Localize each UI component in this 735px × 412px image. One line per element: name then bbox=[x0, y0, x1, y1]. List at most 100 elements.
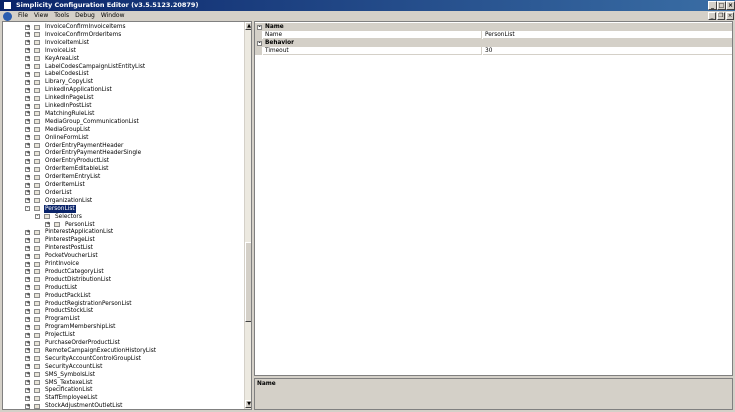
tree-node[interactable]: + OrderEntryPaymentHeaderSingle bbox=[3, 149, 243, 157]
maximize-button[interactable]: □ bbox=[717, 1, 726, 10]
tree-node-label[interactable]: PinterestPageList bbox=[44, 236, 96, 244]
tree-node[interactable]: + PocketVoucherList bbox=[3, 252, 243, 260]
scroll-down-arrow[interactable]: ▼ bbox=[245, 400, 251, 408]
tree-node[interactable]: + PinterestPageList bbox=[3, 236, 243, 244]
tree-node[interactable]: + ProductCategoryList bbox=[3, 268, 243, 276]
tree-node-label[interactable]: SMS_TextexeList bbox=[44, 379, 93, 387]
mdi-minimize-button[interactable]: _ bbox=[708, 12, 716, 20]
property-grid[interactable]: - Name Name PersonList - Behavior Timeout 30 bbox=[254, 21, 733, 376]
property-category[interactable]: - Behavior bbox=[255, 39, 732, 47]
tree-node[interactable]: + ProductList bbox=[3, 284, 243, 292]
mdi-child-icon[interactable] bbox=[3, 12, 12, 21]
tree-node-label[interactable]: StockAdjustmentOutletList bbox=[44, 402, 123, 409]
tree-node[interactable]: + KeyAreaList bbox=[3, 55, 243, 63]
tree-node-label[interactable]: InvoiceItemList bbox=[44, 39, 90, 47]
tree-node-label[interactable]: OrderEntryPaymentHeaderSingle bbox=[44, 149, 142, 157]
tree-node[interactable]: + MatchingRuleList bbox=[3, 110, 243, 118]
tree-node[interactable]: + InvoiceConfirmInvoiceItems bbox=[3, 23, 243, 31]
expand-icon[interactable]: + bbox=[25, 308, 30, 314]
tree-node[interactable]: + OrderEntryPaymentHeader bbox=[3, 142, 243, 150]
expand-icon[interactable]: + bbox=[25, 229, 30, 235]
tree-view[interactable]: + InvoiceConfirmInvoiceItems + InvoiceConfi… bbox=[2, 21, 252, 410]
expand-icon[interactable]: + bbox=[25, 293, 30, 299]
scroll-up-arrow[interactable]: ▲ bbox=[245, 22, 251, 30]
expand-icon[interactable]: + bbox=[25, 245, 30, 251]
property-value[interactable]: 30 bbox=[483, 47, 732, 55]
tree-node-label[interactable]: PinterestApplicationList bbox=[44, 228, 114, 236]
expand-icon[interactable]: + bbox=[25, 269, 30, 275]
expand-icon[interactable]: + bbox=[25, 24, 30, 30]
tree-node-label[interactable]: OrderItemEditableList bbox=[44, 165, 109, 173]
tree-node[interactable]: + SMS_TextexeList bbox=[3, 379, 243, 387]
tree-node-label[interactable]: SMS_SymbolsList bbox=[44, 371, 96, 379]
mdi-restore-button[interactable]: ❐ bbox=[717, 12, 725, 20]
expand-icon[interactable]: + bbox=[25, 56, 30, 62]
expand-icon[interactable]: + bbox=[25, 32, 30, 38]
menu-view[interactable]: View bbox=[31, 11, 51, 21]
tree-node[interactable]: + ProductDistributionList bbox=[3, 276, 243, 284]
tree-node-label[interactable]: ProductList bbox=[44, 284, 78, 292]
expand-icon[interactable]: + bbox=[25, 87, 30, 93]
tree-node[interactable]: + InvoiceItemList bbox=[3, 39, 243, 47]
close-button[interactable]: × bbox=[726, 1, 735, 10]
expand-icon[interactable]: + bbox=[25, 340, 30, 346]
expand-icon[interactable]: + bbox=[25, 403, 30, 409]
expand-icon[interactable]: + bbox=[25, 95, 30, 101]
tree-node[interactable]: + ProgramMembershipList bbox=[3, 323, 243, 331]
expand-icon[interactable]: + bbox=[25, 166, 30, 172]
collapse-icon[interactable]: - bbox=[257, 24, 262, 30]
expand-icon[interactable]: + bbox=[25, 372, 30, 378]
expand-icon[interactable]: + bbox=[25, 103, 30, 109]
expand-icon[interactable]: + bbox=[25, 237, 30, 243]
tree-node[interactable]: + SecurityAccountControlGroupList bbox=[3, 355, 243, 363]
tree-node[interactable]: + MediaGroupList bbox=[3, 126, 243, 134]
expand-icon[interactable]: + bbox=[25, 158, 30, 164]
tree-node-label[interactable]: Selectors bbox=[54, 213, 83, 221]
tree-node-label[interactable]: SecurityAccountControlGroupList bbox=[44, 355, 142, 363]
property-row[interactable]: Timeout 30 bbox=[255, 47, 732, 55]
expand-icon[interactable]: + bbox=[25, 190, 30, 196]
property-category[interactable]: - Name bbox=[255, 23, 732, 31]
tree-node[interactable]: - PersonList bbox=[3, 204, 243, 213]
expand-icon[interactable]: + bbox=[25, 40, 30, 46]
menu-file[interactable]: File bbox=[15, 11, 31, 21]
expand-icon[interactable]: + bbox=[25, 261, 30, 267]
expand-icon[interactable]: + bbox=[25, 71, 30, 77]
tree-node[interactable]: + PrintInvoice bbox=[3, 260, 243, 268]
tree-node[interactable]: + OrderEntryProductList bbox=[3, 157, 243, 165]
expand-icon[interactable]: + bbox=[25, 332, 30, 338]
expand-icon[interactable]: + bbox=[25, 380, 30, 385]
expand-icon[interactable]: + bbox=[25, 79, 30, 85]
expand-icon[interactable]: + bbox=[25, 48, 30, 54]
tree-node[interactable]: + OnlineFormList bbox=[3, 134, 243, 142]
tree-node[interactable]: + SMS_SymbolsList bbox=[3, 371, 243, 379]
tree-node-label[interactable]: RemoteCampaignExecutionHistoryList bbox=[44, 347, 157, 355]
tree-node-label[interactable]: ProductStockList bbox=[44, 307, 94, 315]
tree-node-label[interactable]: PurchaseOrderProductList bbox=[44, 339, 121, 347]
expand-icon[interactable]: + bbox=[25, 135, 30, 141]
tree-node[interactable]: + RemoteCampaignExecutionHistoryList bbox=[3, 347, 243, 355]
scroll-thumb[interactable] bbox=[245, 242, 251, 322]
menu-window[interactable]: Window bbox=[98, 11, 128, 21]
tree-node-label[interactable]: Library_CopyList bbox=[44, 78, 94, 86]
tree-node-label[interactable]: OrderList bbox=[44, 189, 73, 197]
expand-icon[interactable]: + bbox=[25, 253, 30, 259]
expand-icon[interactable]: + bbox=[25, 150, 30, 156]
tree-node-label[interactable]: MediaGroup_CommunicationList bbox=[44, 118, 140, 126]
tree-node-label[interactable]: LabelCodesList bbox=[44, 70, 90, 78]
expand-icon[interactable]: + bbox=[25, 198, 30, 204]
tree-node-label[interactable]: OnlineFormList bbox=[44, 134, 89, 142]
expand-icon[interactable]: + bbox=[25, 364, 30, 370]
expand-icon[interactable]: + bbox=[25, 395, 30, 401]
tree-node-label[interactable]: PocketVoucherList bbox=[44, 252, 99, 260]
tree-node-label[interactable]: InvoiceConfirmOrderItems bbox=[44, 31, 122, 39]
expand-icon[interactable]: + bbox=[45, 222, 50, 227]
tree-node[interactable]: + LabelCodesCampaignListEntityList bbox=[3, 63, 243, 71]
expand-icon[interactable]: + bbox=[25, 64, 30, 69]
tree-node[interactable]: + OrderItemEditableList bbox=[3, 165, 243, 173]
tree-node[interactable]: + LinkedInApplicationList bbox=[3, 86, 243, 94]
tree-node-label[interactable]: LinkedInPageList bbox=[44, 94, 94, 102]
tree-node-label[interactable]: OrderItemList bbox=[44, 181, 86, 189]
tree-node-label[interactable]: OrderItemEntryList bbox=[44, 173, 101, 181]
tree-vertical-scrollbar[interactable]: ▲ ▼ bbox=[244, 22, 251, 409]
